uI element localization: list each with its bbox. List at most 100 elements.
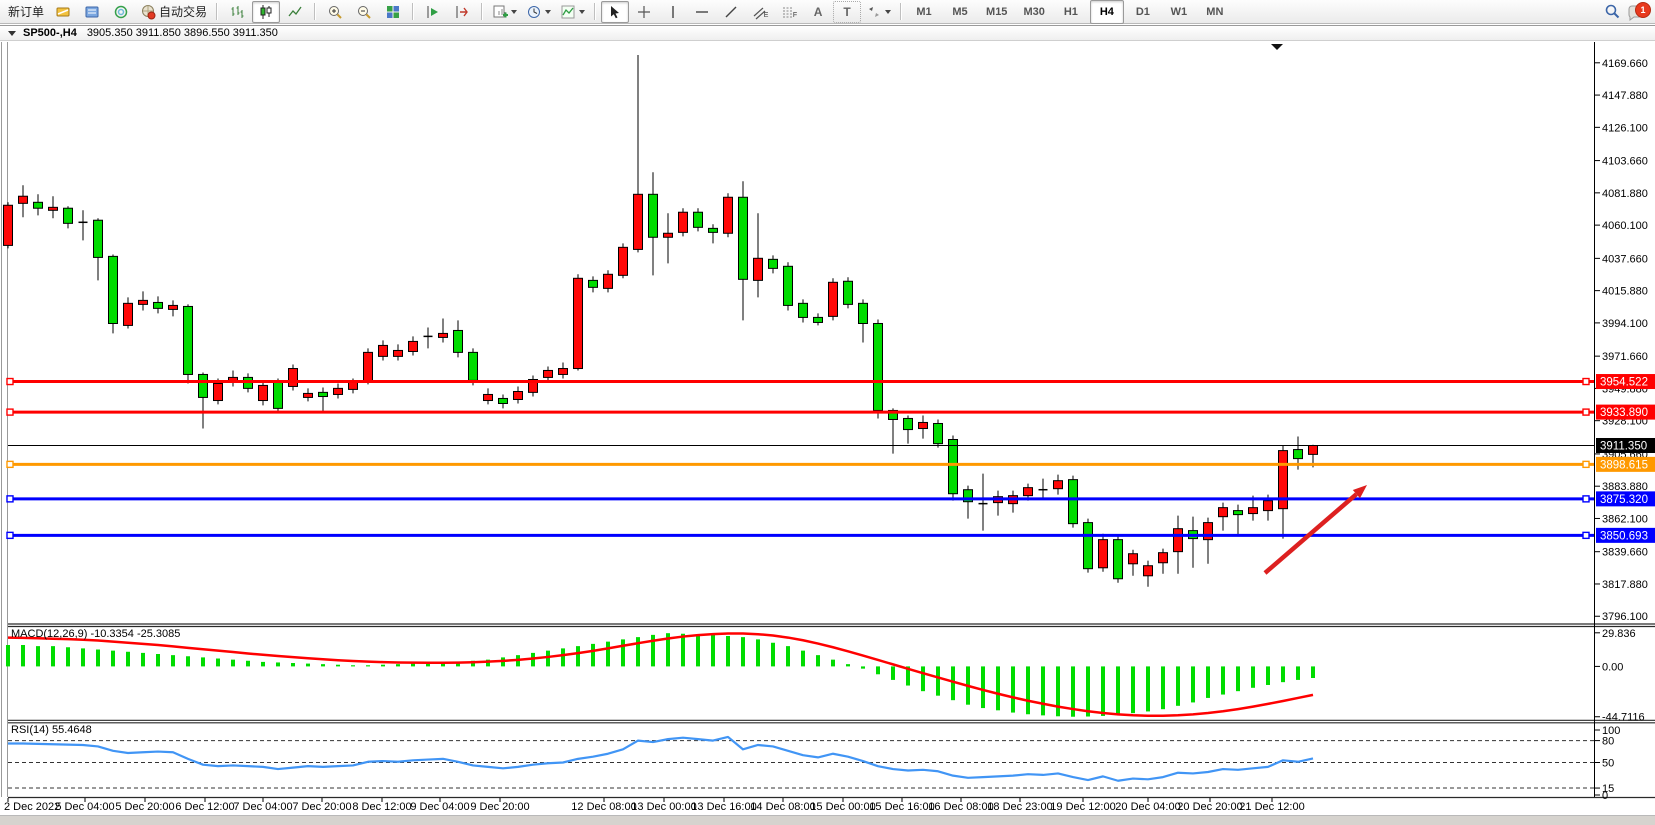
macd-histogram-bar: [336, 665, 340, 667]
macd-histogram-bar: [126, 652, 130, 667]
line-handle[interactable]: [7, 496, 13, 502]
time-axis-label: 6 Dec 12:00: [175, 801, 234, 813]
candle-body: [499, 398, 508, 403]
candle-body: [1024, 488, 1033, 496]
line-handle[interactable]: [1583, 379, 1589, 385]
price-level-label: 3954.522: [1600, 377, 1648, 389]
candle-body: [949, 439, 958, 493]
price-axis-tick-label: 4015.880: [1602, 286, 1648, 298]
chart-shift-marker[interactable]: [1271, 44, 1283, 50]
macd-histogram-bar: [96, 650, 100, 667]
candle-body: [394, 350, 403, 356]
time-axis-label: 7 Dec 20:00: [292, 801, 351, 813]
macd-histogram-bar: [546, 651, 550, 667]
macd-histogram-bar: [786, 646, 790, 666]
candle-body: [289, 369, 298, 387]
price-axis-tick-label: 4126.100: [1602, 122, 1648, 134]
time-axis-label: 19 Dec 12:00: [1050, 801, 1115, 813]
price-axis-tick-label: 3994.100: [1602, 318, 1648, 330]
rsi-indicator-label: RSI(14) 55.4648: [11, 724, 92, 736]
macd-histogram-bar: [726, 636, 730, 666]
candle-body: [844, 281, 853, 304]
candle-body: [379, 345, 388, 356]
candle-body: [784, 266, 793, 305]
macd-histogram-bar: [636, 637, 640, 666]
macd-histogram-bar: [1086, 666, 1090, 716]
macd-histogram-bar: [261, 662, 265, 667]
macd-histogram-bar: [1026, 666, 1030, 714]
candle-body: [1069, 480, 1078, 524]
candle-body: [634, 194, 643, 249]
macd-histogram-bar: [696, 634, 700, 666]
line-handle[interactable]: [7, 379, 13, 385]
time-axis-label: 20 Dec 04:00: [1115, 801, 1180, 813]
macd-histogram-bar: [1221, 666, 1225, 694]
macd-histogram-bar: [711, 635, 715, 667]
candle-body: [139, 300, 148, 304]
candle-body: [604, 274, 613, 288]
candle-body: [124, 303, 133, 325]
candle-body: [439, 333, 448, 337]
candle-body: [544, 370, 553, 377]
price-level-label: 3850.693: [1600, 530, 1648, 542]
macd-indicator-label: MACD(12,26,9) -10.3354 -25.3085: [11, 628, 180, 640]
time-axis-label: 5 Dec 20:00: [115, 801, 174, 813]
macd-histogram-bar: [831, 660, 835, 667]
macd-histogram-bar: [1236, 666, 1240, 691]
candle-body: [919, 422, 928, 428]
macd-histogram-bar: [351, 665, 355, 666]
candle-body: [1309, 445, 1318, 454]
candle-body: [1294, 450, 1303, 459]
current-price-label: 3911.350: [1600, 440, 1647, 452]
candle-body: [1159, 553, 1168, 563]
rsi-axis-label: 50: [1602, 758, 1614, 770]
macd-histogram-bar: [321, 664, 325, 666]
candle-body: [904, 418, 913, 429]
candle-body: [64, 208, 73, 223]
candle-body: [1204, 523, 1213, 540]
time-axis-label: 16 Dec 08:00: [928, 801, 993, 813]
line-handle[interactable]: [7, 409, 13, 415]
macd-histogram-bar: [591, 644, 595, 667]
macd-histogram-bar: [381, 665, 385, 667]
macd-histogram-bar: [246, 661, 250, 667]
macd-histogram-bar: [111, 651, 115, 667]
candle-body: [589, 280, 598, 287]
macd-histogram-bar: [1011, 666, 1015, 712]
line-handle[interactable]: [1583, 532, 1589, 538]
line-handle[interactable]: [1583, 496, 1589, 502]
line-handle[interactable]: [7, 532, 13, 538]
candle-body: [1219, 508, 1228, 517]
macd-axis-label: -44.7116: [1602, 712, 1645, 724]
candle-body: [1144, 566, 1153, 576]
macd-axis-label: 0.00: [1602, 661, 1623, 673]
macd-histogram-bar: [816, 655, 820, 666]
candle-body: [679, 212, 688, 232]
macd-histogram-bar: [936, 666, 940, 695]
time-axis-label: 13 Dec 16:00: [691, 801, 756, 813]
line-handle[interactable]: [1583, 409, 1589, 415]
price-axis-tick-label: 3862.100: [1602, 513, 1648, 525]
time-axis-label: 13 Dec 00:00: [631, 801, 696, 813]
macd-histogram-bar: [1206, 666, 1210, 698]
price-axis-tick-label: 3817.880: [1602, 579, 1648, 591]
macd-histogram-bar: [1176, 666, 1180, 705]
window-bottom-strip: [0, 815, 1655, 825]
line-handle[interactable]: [7, 461, 13, 467]
candle-body: [49, 207, 58, 210]
macd-histogram-bar: [1281, 666, 1285, 682]
candle-body: [274, 382, 283, 408]
line-handle[interactable]: [1583, 461, 1589, 467]
candle-body: [334, 388, 343, 394]
price-level-label: 3875.320: [1600, 494, 1648, 506]
macd-histogram-bar: [891, 666, 895, 680]
candle-body: [1114, 540, 1123, 579]
rsi-axis-label: 0: [1602, 790, 1608, 802]
candle-body: [1084, 523, 1093, 569]
macd-histogram-bar: [366, 665, 370, 666]
price-axis-tick-label: 4037.660: [1602, 253, 1648, 265]
candle-body: [169, 305, 178, 309]
macd-histogram-bar: [771, 643, 775, 667]
candle-body: [259, 385, 268, 400]
macd-histogram-bar: [801, 651, 805, 667]
